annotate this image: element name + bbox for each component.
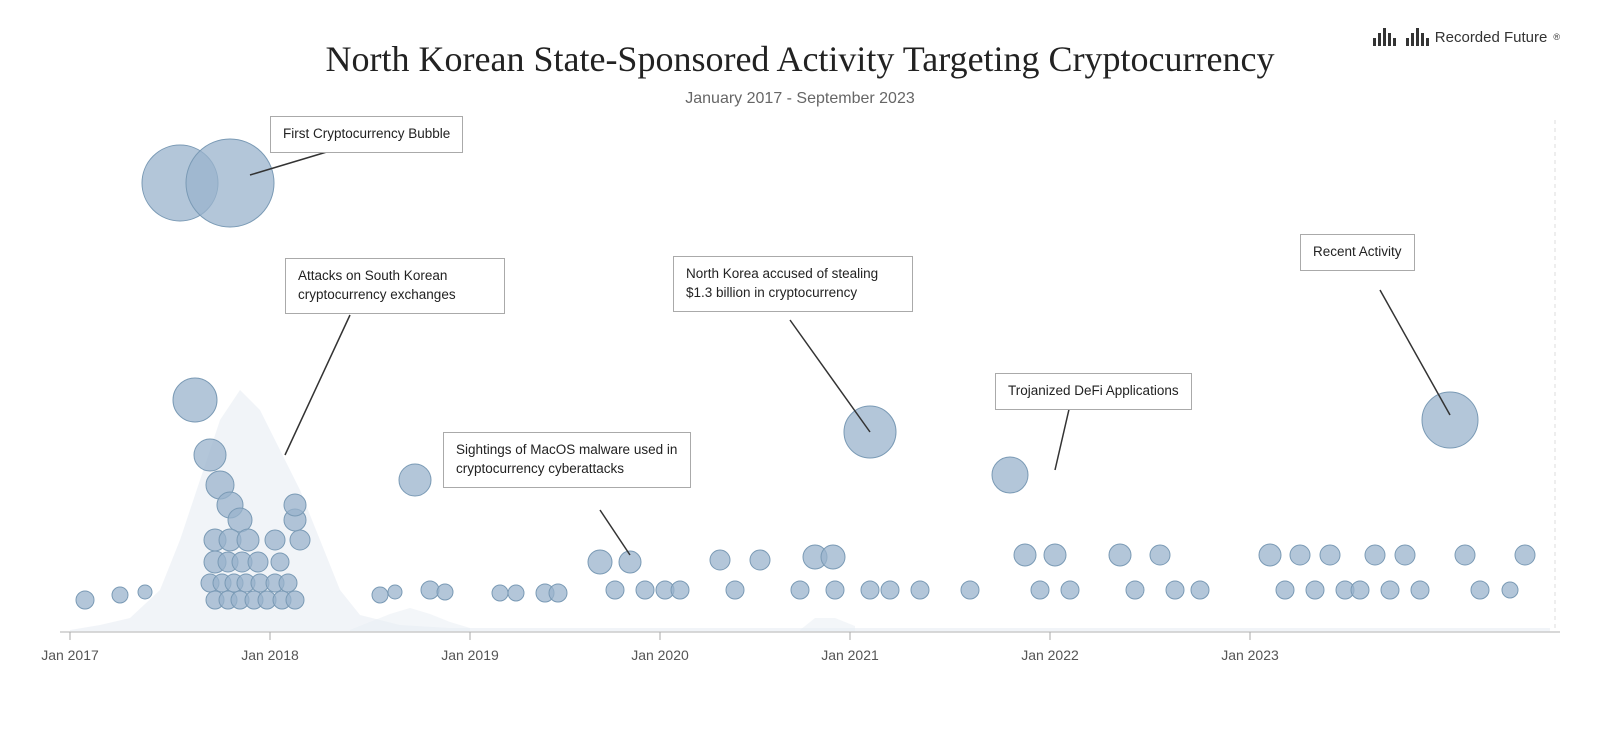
bubble (1455, 545, 1475, 565)
bubble (1502, 582, 1518, 598)
attacks-line (285, 315, 350, 455)
bubble (173, 378, 217, 422)
bubble (1471, 581, 1489, 599)
bubble (265, 530, 285, 550)
bubble (671, 581, 689, 599)
bubble (1515, 545, 1535, 565)
x-axis-label: Jan 2020 (631, 647, 689, 663)
annotation-first-crypto-bubble: First Cryptocurrency Bubble (270, 116, 463, 153)
bubble (750, 550, 770, 570)
bubble (992, 457, 1028, 493)
bubble (399, 464, 431, 496)
bubble (1044, 544, 1066, 566)
x-axis-label: Jan 2022 (1021, 647, 1079, 663)
bubble (1109, 544, 1131, 566)
bubble (911, 581, 929, 599)
bubble (1166, 581, 1184, 599)
bubble (821, 545, 845, 569)
bubble (112, 587, 128, 603)
bubble (826, 581, 844, 599)
bubble (508, 585, 524, 601)
bubble (194, 439, 226, 471)
bubble (1320, 545, 1340, 565)
bubble (372, 587, 388, 603)
bubble (791, 581, 809, 599)
bubble (290, 530, 310, 550)
macos-line (600, 510, 630, 555)
bubble (1276, 581, 1294, 599)
bubble (421, 581, 439, 599)
bubble (1290, 545, 1310, 565)
bubble (279, 574, 297, 592)
bubble (1395, 545, 1415, 565)
annotation-recent-activity: Recent Activity (1300, 234, 1415, 271)
bubble (284, 494, 306, 516)
defi-line (1055, 405, 1070, 470)
bubble (1061, 581, 1079, 599)
bubble (881, 581, 899, 599)
bubble (1306, 581, 1324, 599)
bubble (286, 591, 304, 609)
x-axis-label: Jan 2021 (821, 647, 879, 663)
bubble (388, 585, 402, 599)
bubble (1031, 581, 1049, 599)
bubble (1365, 545, 1385, 565)
bubble (588, 550, 612, 574)
bubble (1422, 392, 1478, 448)
x-axis-label: Jan 2018 (241, 647, 299, 663)
bubble (861, 581, 879, 599)
bubble (76, 591, 94, 609)
bubble (1351, 581, 1369, 599)
bubble (961, 581, 979, 599)
bubble (710, 550, 730, 570)
bubble (437, 584, 453, 600)
annotation-macos-malware: Sightings of MacOS malware used in crypt… (443, 432, 691, 488)
bubble (237, 529, 259, 551)
bubble (1150, 545, 1170, 565)
bubble (492, 585, 508, 601)
annotation-trojanized-defi: Trojanized DeFi Applications (995, 373, 1192, 410)
x-axis-label: Jan 2017 (41, 647, 99, 663)
recent-line (1380, 290, 1450, 415)
bubble (549, 584, 567, 602)
main-chart-svg: Jan 2017 Jan 2018 Jan 2019 Jan 2020 Jan 2021… (0, 0, 1600, 740)
bubble (606, 581, 624, 599)
bubble (138, 585, 152, 599)
bubble (1191, 581, 1209, 599)
x-axis-label: Jan 2019 (441, 647, 499, 663)
bubble (186, 139, 274, 227)
bubble (726, 581, 744, 599)
nk-stealing-line (790, 320, 870, 432)
bubble (1259, 544, 1281, 566)
bubble (248, 552, 268, 572)
annotation-north-korea-stealing: North Korea accused of stealing $1.3 bil… (673, 256, 913, 312)
area-bump-2 (800, 618, 855, 632)
annotation-attacks-south-korean: Attacks on South Korean cryptocurrency e… (285, 258, 505, 314)
bubble (228, 508, 252, 532)
bubble (1126, 581, 1144, 599)
bubble (1411, 581, 1429, 599)
chart-container: Recorded Future ® North Korean State-Spo… (0, 0, 1600, 740)
bubble (271, 553, 289, 571)
bubble (1014, 544, 1036, 566)
bubble (1381, 581, 1399, 599)
x-axis-label: Jan 2023 (1221, 647, 1279, 663)
bubble (636, 581, 654, 599)
